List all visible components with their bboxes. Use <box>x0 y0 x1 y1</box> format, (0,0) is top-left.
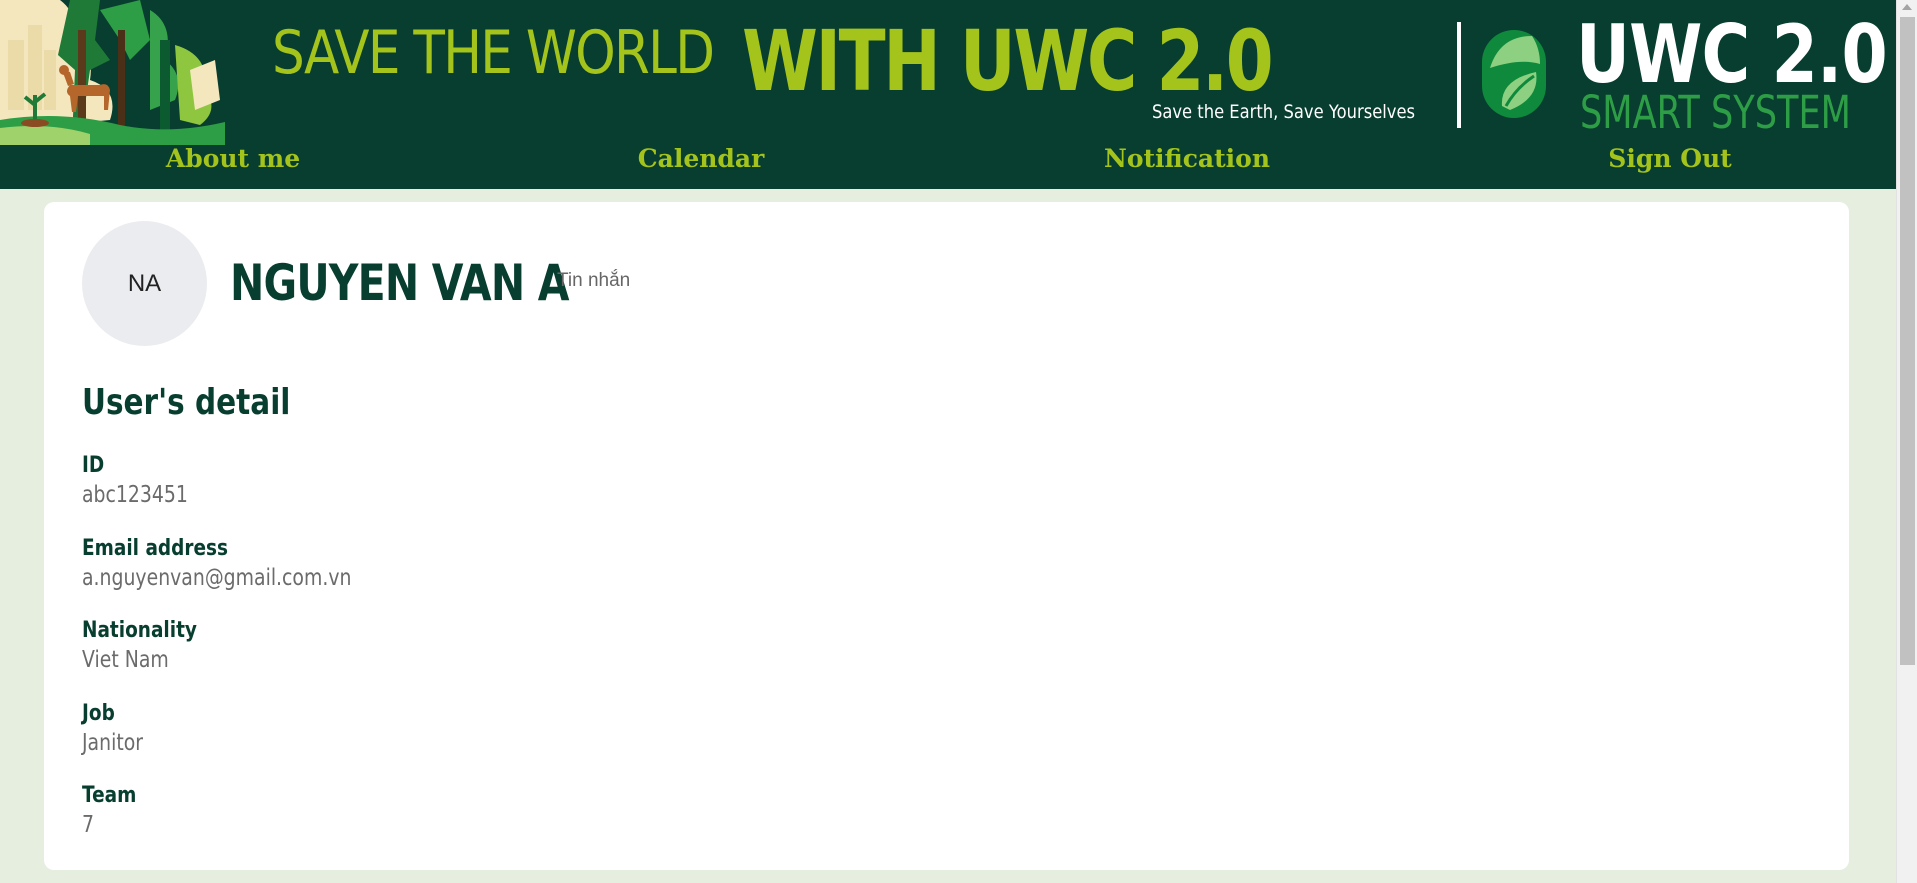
avatar: NA <box>82 221 207 346</box>
field-label: Email address <box>82 536 229 561</box>
nav-sign-out[interactable]: Sign Out <box>1608 144 1731 173</box>
nav-about-me[interactable]: About me <box>166 144 300 173</box>
headline-part2: WITH UWC 2.0 <box>742 12 1274 110</box>
profile-card: NA NGUYEN VAN A Tin nhắn User's detail I… <box>44 202 1849 870</box>
field-id: ID abc123451 <box>82 452 211 510</box>
field-value: 7 <box>82 812 95 838</box>
field-value: Janitor <box>82 730 144 756</box>
header-divider <box>1457 22 1461 128</box>
field-email: Email address a.nguyenvan@gmail.com.vn <box>82 535 411 593</box>
field-label: Nationality <box>82 618 197 643</box>
field-team: Team 7 <box>82 782 147 840</box>
brand-subtitle: SMART SYSTEM <box>1580 86 1851 139</box>
message-link[interactable]: Tin nhắn <box>557 270 630 292</box>
field-nationality: Nationality Viet Nam <box>82 617 219 675</box>
field-label: ID <box>82 453 105 478</box>
field-job: Job Janitor <box>82 700 156 758</box>
field-value: Viet Nam <box>82 647 169 673</box>
section-title: User's detail <box>82 382 291 423</box>
scroll-thumb[interactable] <box>1900 17 1915 665</box>
field-label: Team <box>82 783 137 808</box>
main-nav: About me Calendar Notification Sign Out <box>0 144 1896 180</box>
page: SAVE THE WORLD WITH UWC 2.0 Save the Ear… <box>0 0 1917 883</box>
user-name: NGUYEN VAN A <box>230 254 570 312</box>
vertical-scrollbar[interactable] <box>1896 0 1917 883</box>
field-label: Job <box>82 701 115 726</box>
forest-deer-illustration <box>0 0 225 145</box>
leaf-logo-icon <box>1482 30 1546 118</box>
headline-part1: SAVE THE WORLD <box>272 18 715 88</box>
header-banner: SAVE THE WORLD WITH UWC 2.0 Save the Ear… <box>0 0 1896 189</box>
scroll-up-arrow-icon[interactable] <box>1902 4 1912 10</box>
nav-calendar[interactable]: Calendar <box>638 144 765 173</box>
field-value: a.nguyenvan@gmail.com.vn <box>82 565 352 591</box>
nav-notification[interactable]: Notification <box>1104 144 1270 173</box>
tagline: Save the Earth, Save Yourselves <box>1152 101 1416 123</box>
field-value: abc123451 <box>82 482 188 508</box>
